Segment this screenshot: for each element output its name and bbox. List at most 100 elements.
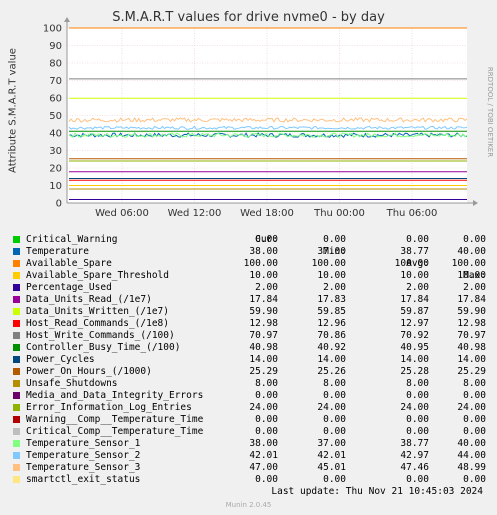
legend-swatch [13, 236, 20, 243]
legend-row: Temperature_Sensor_2 42.01 42.01 42.97 44.00 [11, 450, 497, 462]
y-tick-label: 80 [49, 59, 62, 70]
y-tick-label: 70 [49, 76, 62, 87]
legend-row: Media_and_Data_Integrity_Errors 0.00 0.00 0… [11, 390, 497, 402]
legend-swatch [13, 248, 20, 255]
y-tick-label: 100 [43, 24, 62, 35]
legend-max-value: 12.98 [457, 318, 486, 329]
legend-swatch [13, 296, 20, 303]
legend-series-name: Temperature_Sensor_2 [26, 450, 141, 461]
legend-series-name: Power_On_Hours_(/1000) [26, 366, 152, 377]
legend-swatch [13, 368, 20, 375]
legend-max-value: 14.00 [457, 354, 486, 365]
legend-series-name: Controller_Busy_Time_(/100) [26, 342, 181, 353]
legend-row: Temperature 38.00 37.00 38.77 40.00 [11, 246, 497, 258]
legend-min-value: 10.00 [317, 270, 346, 281]
legend-swatch [13, 428, 20, 435]
legend-series-name: Critical_Comp__Temperature_Time [26, 426, 204, 437]
legend-max-value: 40.00 [457, 438, 486, 449]
legend-min-value: 14.00 [317, 354, 346, 365]
legend-max-value: 0.00 [463, 234, 486, 245]
legend-max-value: 0.00 [463, 414, 486, 425]
legend-row: Temperature_Sensor_1 38.00 37.00 38.77 40.00 [11, 438, 497, 450]
legend-series-name: Available_Spare_Threshold [26, 270, 169, 281]
legend-swatch [13, 464, 20, 471]
legend-min-value: 24.00 [317, 402, 346, 413]
legend-max-value: 2.00 [463, 282, 486, 293]
x-tick-label: Thu 06:00 [386, 208, 438, 219]
legend-max-value: 59.90 [457, 306, 486, 317]
legend-swatch [13, 392, 20, 399]
legend-series-name: Percentage_Used [26, 282, 112, 293]
legend-series-name: Error_Information_Log_Entries [26, 402, 192, 413]
legend-max-value: 10.00 [457, 270, 486, 281]
y-tick-label: 50 [49, 111, 62, 122]
legend-row: Unsafe_Shutdowns 8.00 8.00 8.00 8.00 [11, 378, 497, 390]
y-tick-label: 30 [49, 146, 62, 157]
legend-row: Controller_Busy_Time_(/100) 40.98 40.92 40.… [11, 342, 497, 354]
legend-series-name: Data_Units_Written_(/1e7) [26, 306, 169, 317]
legend-max-value: 0.00 [463, 474, 486, 485]
legend-min-value: 12.96 [317, 318, 346, 329]
legend-series-name: Critical_Warning [26, 234, 118, 245]
legend-swatch [13, 344, 20, 351]
legend-row: Percentage_Used 2.00 2.00 2.00 2.00 [11, 282, 497, 294]
legend-row: Host_Write_Commands_(/100) 70.97 70.86 70.9… [11, 330, 497, 342]
legend-swatch [13, 476, 20, 483]
legend-row: Temperature_Sensor_3 47.00 45.01 47.46 48.99 [11, 462, 497, 474]
legend-min-value: 42.01 [317, 450, 346, 461]
legend-max-value: 0.00 [463, 426, 486, 437]
legend-row: Power_Cycles 14.00 14.00 14.00 14.00 [11, 354, 497, 366]
legend-max-value: 25.29 [457, 366, 486, 377]
legend-swatch [13, 440, 20, 447]
legend-min-value: 0.00 [323, 414, 346, 425]
legend-min-value: 45.01 [317, 462, 346, 473]
legend-swatch [13, 260, 20, 267]
y-tick-label: 40 [49, 129, 62, 140]
legend-swatch [13, 308, 20, 315]
legend-min-value: 37.00 [317, 438, 346, 449]
legend-min-value: 17.83 [317, 294, 346, 305]
last-update: Last update: Thu Nov 21 10:45:03 2024 [271, 486, 483, 497]
x-tick-label: Wed 18:00 [240, 208, 294, 219]
legend-max-value: 17.84 [457, 294, 486, 305]
legend-max-value: 40.98 [457, 342, 486, 353]
legend-row: Critical_Comp__Temperature_Time 0.00 0.00 0… [11, 426, 497, 438]
legend-swatch [13, 380, 20, 387]
legend-row: Warning__Comp__Temperature_Time 0.00 0.00 0… [11, 414, 497, 426]
legend-min-value: 100.00 [311, 258, 346, 269]
y-tick-label: 0 [56, 199, 62, 210]
legend-series-name: smartctl_exit_status [26, 474, 141, 485]
plot-area: 0 10 20 30 40 50 60 70 80 90 100 Wed 06:00 Wed 12:00… [43, 17, 478, 219]
legend-max-value: 100.00 [451, 258, 486, 269]
legend-swatch [13, 272, 20, 279]
legend-series-name: Unsafe_Shutdowns [26, 378, 118, 389]
legend-row: Data_Units_Read_(/1e7) 17.84 17.83 17.84 17.… [11, 294, 497, 306]
legend-min-value: 0.00 [323, 390, 346, 401]
legend-max-value: 44.00 [457, 450, 486, 461]
legend-swatch [13, 404, 20, 411]
legend-max-value: 24.00 [457, 402, 486, 413]
legend-swatch [13, 356, 20, 363]
legend-series-name: Available_Spare [26, 258, 112, 269]
legend-max-value: 40.00 [457, 246, 486, 257]
legend-min-value: 2.00 [323, 282, 346, 293]
y-tick-label: 60 [49, 94, 62, 105]
legend-row: Data_Units_Written_(/1e7) 59.90 59.85 59.87… [11, 306, 497, 318]
legend-series-name: Host_Read_Commands_(/1e8) [26, 318, 169, 329]
legend-min-value: 40.92 [317, 342, 346, 353]
legend-min-value: 0.00 [323, 474, 346, 485]
legend-series-name: Temperature_Sensor_1 [26, 438, 141, 449]
legend-row: Host_Read_Commands_(/1e8) 12.98 12.96 12.97… [11, 318, 497, 330]
legend-row: Available_Spare_Threshold 10.00 10.00 10.00… [11, 270, 497, 282]
legend-min-value: 59.85 [317, 306, 346, 317]
legend-max-value: 0.00 [463, 390, 486, 401]
legend-swatch [13, 416, 20, 423]
legend-max-value: 8.00 [463, 378, 486, 389]
legend-swatch [13, 320, 20, 327]
legend-max-value: 70.97 [457, 330, 486, 341]
legend-min-value: 0.00 [323, 234, 346, 245]
legend-row: Available_Spare 100.00 100.00 100.00 100.00 [11, 258, 497, 270]
legend-min-value: 70.86 [317, 330, 346, 341]
legend-series-name: Media_and_Data_Integrity_Errors [26, 390, 204, 401]
legend-max-value: 48.99 [457, 462, 486, 473]
